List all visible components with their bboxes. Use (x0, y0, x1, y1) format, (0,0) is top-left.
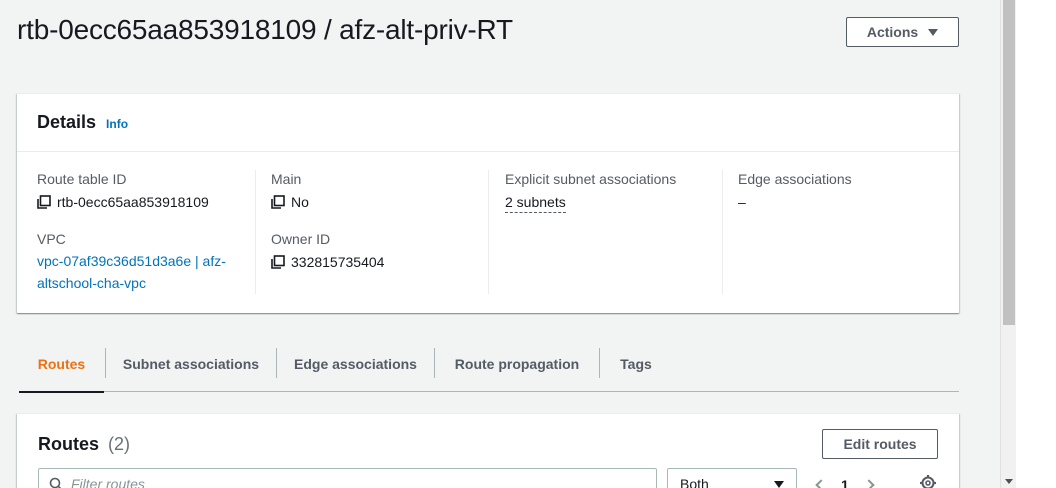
scrollbar-thumb[interactable] (1003, 0, 1015, 325)
chevron-left-icon[interactable] (815, 479, 827, 488)
actions-button[interactable]: Actions (846, 17, 959, 47)
vpc-label: VPC (37, 231, 66, 247)
details-header: Details Info (17, 94, 959, 152)
details-title: Details (37, 112, 97, 132)
scroll-down-icon[interactable] (1005, 479, 1013, 484)
column-divider (488, 170, 489, 294)
route-table-id-value: rtb-0ecc65aa853918109 (37, 192, 255, 212)
tab-route-propagation[interactable]: Route propagation (435, 336, 599, 391)
gear-icon[interactable] (919, 474, 937, 488)
edge-assoc-label: Edge associations (738, 171, 852, 187)
owner-id-text: 332815735404 (291, 254, 385, 270)
actions-label: Actions (866, 24, 919, 40)
owner-id-label: Owner ID (271, 231, 331, 247)
tab-subnet-associations[interactable]: Subnet associations (106, 336, 276, 391)
details-col-3: Explicit subnet associations 2 subnets (505, 170, 723, 294)
owner-id-value: 332815735404 (271, 252, 489, 272)
explicit-subnet-popover[interactable]: 2 subnets (505, 192, 566, 213)
copy-icon[interactable] (37, 195, 51, 209)
copy-icon[interactable] (271, 255, 285, 269)
vpc-link-line2: altschool-cha-vpc (37, 275, 146, 291)
explicit-subnet-value: 2 subnets (505, 192, 723, 213)
page-number[interactable]: 1 (841, 477, 849, 488)
route-type-select[interactable]: Both (667, 468, 797, 488)
details-columns: Route table ID rtb-0ecc65aa853918109 VPC… (17, 170, 959, 294)
route-table-id-label: Route table ID (37, 171, 127, 187)
column-divider (722, 170, 723, 294)
route-table-id-text: rtb-0ecc65aa853918109 (57, 194, 209, 210)
caret-down-icon (928, 28, 939, 36)
tab-edge-associations[interactable]: Edge associations (277, 336, 434, 391)
edge-assoc-value: – (738, 194, 746, 210)
main-value-text: No (291, 194, 309, 210)
search-icon (49, 477, 62, 488)
pagination: 1 (815, 472, 875, 488)
routes-count: (2) (108, 434, 131, 454)
caret-down-icon (774, 480, 784, 488)
window-edge (1016, 0, 1056, 488)
routes-heading: Routes (2) (38, 434, 130, 455)
info-link[interactable]: Info (106, 117, 128, 131)
vpc-link[interactable]: vpc-07af39c36d51d3a6e | afz- altschool-c… (37, 250, 255, 294)
details-col-2: Main No Owner ID 332815735404 (271, 170, 489, 294)
details-col-4: Edge associations – (738, 170, 956, 294)
tab-bar: Routes Subnet associations Edge associat… (19, 336, 959, 393)
explicit-subnet-label: Explicit subnet associations (505, 171, 677, 187)
edit-routes-button[interactable]: Edit routes (822, 429, 938, 459)
filter-routes-input[interactable] (71, 476, 631, 488)
route-type-value: Both (680, 476, 709, 488)
routes-title: Routes (38, 434, 100, 454)
tab-tags[interactable]: Tags (600, 336, 672, 391)
details-panel: Details Info Route table ID rtb-0ecc65aa… (17, 93, 959, 313)
tab-routes[interactable]: Routes (19, 336, 104, 393)
page-scrollbar[interactable] (1000, 0, 1016, 488)
main-value: No (271, 192, 489, 212)
details-col-1: Route table ID rtb-0ecc65aa853918109 VPC… (37, 170, 255, 294)
route-table-page: rtb-0ecc65aa853918109 / afz-alt-priv-RT … (0, 0, 1000, 488)
main-label: Main (271, 171, 302, 187)
chevron-right-icon[interactable] (863, 479, 875, 488)
copy-icon[interactable] (271, 195, 285, 209)
routes-panel: Routes (2) Edit routes Both 1 (17, 413, 959, 488)
page-title: rtb-0ecc65aa853918109 / afz-alt-priv-RT (17, 14, 513, 45)
filter-routes-field[interactable] (38, 468, 657, 488)
vpc-link-line1: vpc-07af39c36d51d3a6e | afz- (37, 253, 226, 269)
column-divider (255, 170, 256, 294)
